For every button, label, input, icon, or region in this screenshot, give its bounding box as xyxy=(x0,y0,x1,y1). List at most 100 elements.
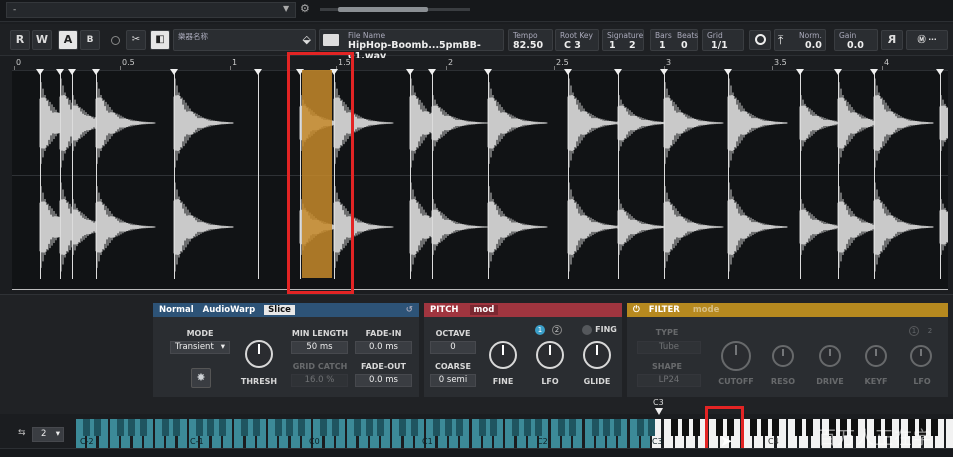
filter-type-select[interactable]: Tube xyxy=(637,341,701,354)
black-key[interactable] xyxy=(557,419,565,436)
filter-mode-tab[interactable]: mode xyxy=(693,305,720,315)
slice-marker[interactable] xyxy=(488,71,489,279)
slice-marker[interactable] xyxy=(728,71,729,279)
slice-marker-handle[interactable] xyxy=(254,69,262,75)
tab-normal[interactable]: Normal xyxy=(159,305,194,315)
black-key[interactable] xyxy=(614,419,622,436)
black-key[interactable] xyxy=(297,419,305,436)
preset-selector[interactable]: - xyxy=(6,2,296,18)
black-key[interactable] xyxy=(128,419,136,436)
waveform-display[interactable] xyxy=(12,69,948,290)
white-key[interactable] xyxy=(946,419,953,449)
black-key[interactable] xyxy=(173,419,181,436)
slice-marker[interactable] xyxy=(410,71,411,279)
black-key[interactable] xyxy=(320,419,328,436)
slice-marker[interactable] xyxy=(838,71,839,279)
target-icon[interactable] xyxy=(749,30,771,50)
black-key[interactable] xyxy=(591,419,599,436)
fine-knob[interactable] xyxy=(489,341,517,369)
fade-out-field[interactable]: 0.0 ms xyxy=(355,374,412,387)
black-key[interactable] xyxy=(241,419,249,436)
filter-lfo-knob[interactable] xyxy=(910,345,932,367)
black-key[interactable] xyxy=(681,419,689,436)
slice-marker-handle[interactable] xyxy=(936,69,944,75)
black-key[interactable] xyxy=(196,419,203,436)
slice-marker-handle[interactable] xyxy=(406,69,414,75)
midi-icon[interactable]: ✸ xyxy=(191,368,211,388)
slice-marker[interactable] xyxy=(174,71,175,279)
lfo-1-toggle[interactable]: 1 xyxy=(535,325,545,335)
black-key[interactable] xyxy=(602,419,610,436)
black-key[interactable] xyxy=(794,419,802,436)
record-icon[interactable] xyxy=(111,36,120,45)
power-icon[interactable]: ⏻ xyxy=(633,305,640,315)
slice-marker-handle[interactable] xyxy=(170,69,178,75)
tab-audiowarp[interactable]: AudioWarp xyxy=(203,305,256,315)
black-key[interactable] xyxy=(478,419,486,436)
slice-marker-handle[interactable] xyxy=(834,69,842,75)
slice-marker-handle[interactable] xyxy=(484,69,492,75)
black-key[interactable] xyxy=(252,419,260,436)
glide-knob[interactable] xyxy=(583,341,611,369)
black-key[interactable] xyxy=(512,419,520,436)
reset-icon[interactable]: ↺ xyxy=(406,303,413,317)
gear-icon[interactable]: ⚙ xyxy=(300,2,310,15)
black-key[interactable] xyxy=(636,419,644,436)
slice-marker-handle[interactable] xyxy=(796,69,804,75)
root-key-field[interactable]: Root Key C 3 xyxy=(555,29,599,51)
black-key[interactable] xyxy=(410,419,418,436)
scissors-icon[interactable]: ✂ xyxy=(126,30,146,50)
reso-knob[interactable] xyxy=(772,345,794,367)
black-key[interactable] xyxy=(433,419,441,436)
slice-marker-handle[interactable] xyxy=(36,69,44,75)
time-ruler[interactable]: 0 0.5 1 1.5 2 2.5 3 3.5 4 xyxy=(12,58,948,70)
slice-marker-handle[interactable] xyxy=(870,69,878,75)
fade-in-field[interactable]: 0.0 ms xyxy=(355,341,412,354)
black-key[interactable] xyxy=(207,419,215,436)
slice-mode-icon[interactable]: ◧ xyxy=(150,30,170,50)
mode-select[interactable]: Transient ▾ xyxy=(170,341,230,354)
keyf-knob[interactable] xyxy=(865,345,887,367)
black-key[interactable] xyxy=(399,419,407,436)
slice-marker[interactable] xyxy=(664,71,665,279)
octave-shift-select[interactable]: 2 ▾ xyxy=(32,427,64,442)
signature-field[interactable]: Signature 1 2 xyxy=(602,29,644,51)
filter-lfo-1-toggle[interactable]: 1 xyxy=(909,326,919,336)
black-key[interactable] xyxy=(331,419,339,436)
grid-catch-field[interactable]: 16.0 % xyxy=(291,374,348,387)
black-key[interactable] xyxy=(806,419,814,436)
save-icon[interactable]: ⬙ xyxy=(303,33,311,46)
read-button[interactable]: R xyxy=(10,30,30,50)
tab-slice[interactable]: Slice xyxy=(264,305,295,315)
slice-marker-handle[interactable] xyxy=(428,69,436,75)
black-key[interactable] xyxy=(523,419,531,436)
slice-marker[interactable] xyxy=(96,71,97,279)
black-key[interactable] xyxy=(83,419,90,436)
black-key[interactable] xyxy=(275,419,283,436)
black-key[interactable] xyxy=(218,419,226,436)
black-key[interactable] xyxy=(772,419,780,436)
zoom-slider-handle[interactable] xyxy=(338,7,428,12)
slice-marker[interactable] xyxy=(258,71,259,279)
write-button[interactable]: W xyxy=(32,30,52,50)
slice-marker[interactable] xyxy=(60,71,61,279)
slice-marker-handle[interactable] xyxy=(92,69,100,75)
compare-a-button[interactable]: A xyxy=(58,30,78,50)
slice-marker[interactable] xyxy=(800,71,801,279)
thresh-knob[interactable] xyxy=(245,340,273,368)
slice-marker-handle[interactable] xyxy=(724,69,732,75)
octave-field[interactable]: 0 xyxy=(430,341,476,354)
slice-marker-handle[interactable] xyxy=(614,69,622,75)
slice-marker[interactable] xyxy=(72,71,73,279)
slice-marker-handle[interactable] xyxy=(660,69,668,75)
normalize-field[interactable]: ⤒ Norm. 0.0 xyxy=(774,29,826,51)
slice-marker-handle[interactable] xyxy=(56,69,64,75)
slice-marker[interactable] xyxy=(618,71,619,279)
slice-marker[interactable] xyxy=(568,71,569,279)
black-key[interactable] xyxy=(162,419,170,436)
black-key[interactable] xyxy=(354,419,362,436)
coarse-field[interactable]: 0 semi xyxy=(430,374,476,387)
bars-beats-field[interactable]: Bars Beats 1 0 xyxy=(650,29,698,51)
drive-knob[interactable] xyxy=(819,345,841,367)
grid-field[interactable]: Grid 1/1 xyxy=(702,29,744,51)
